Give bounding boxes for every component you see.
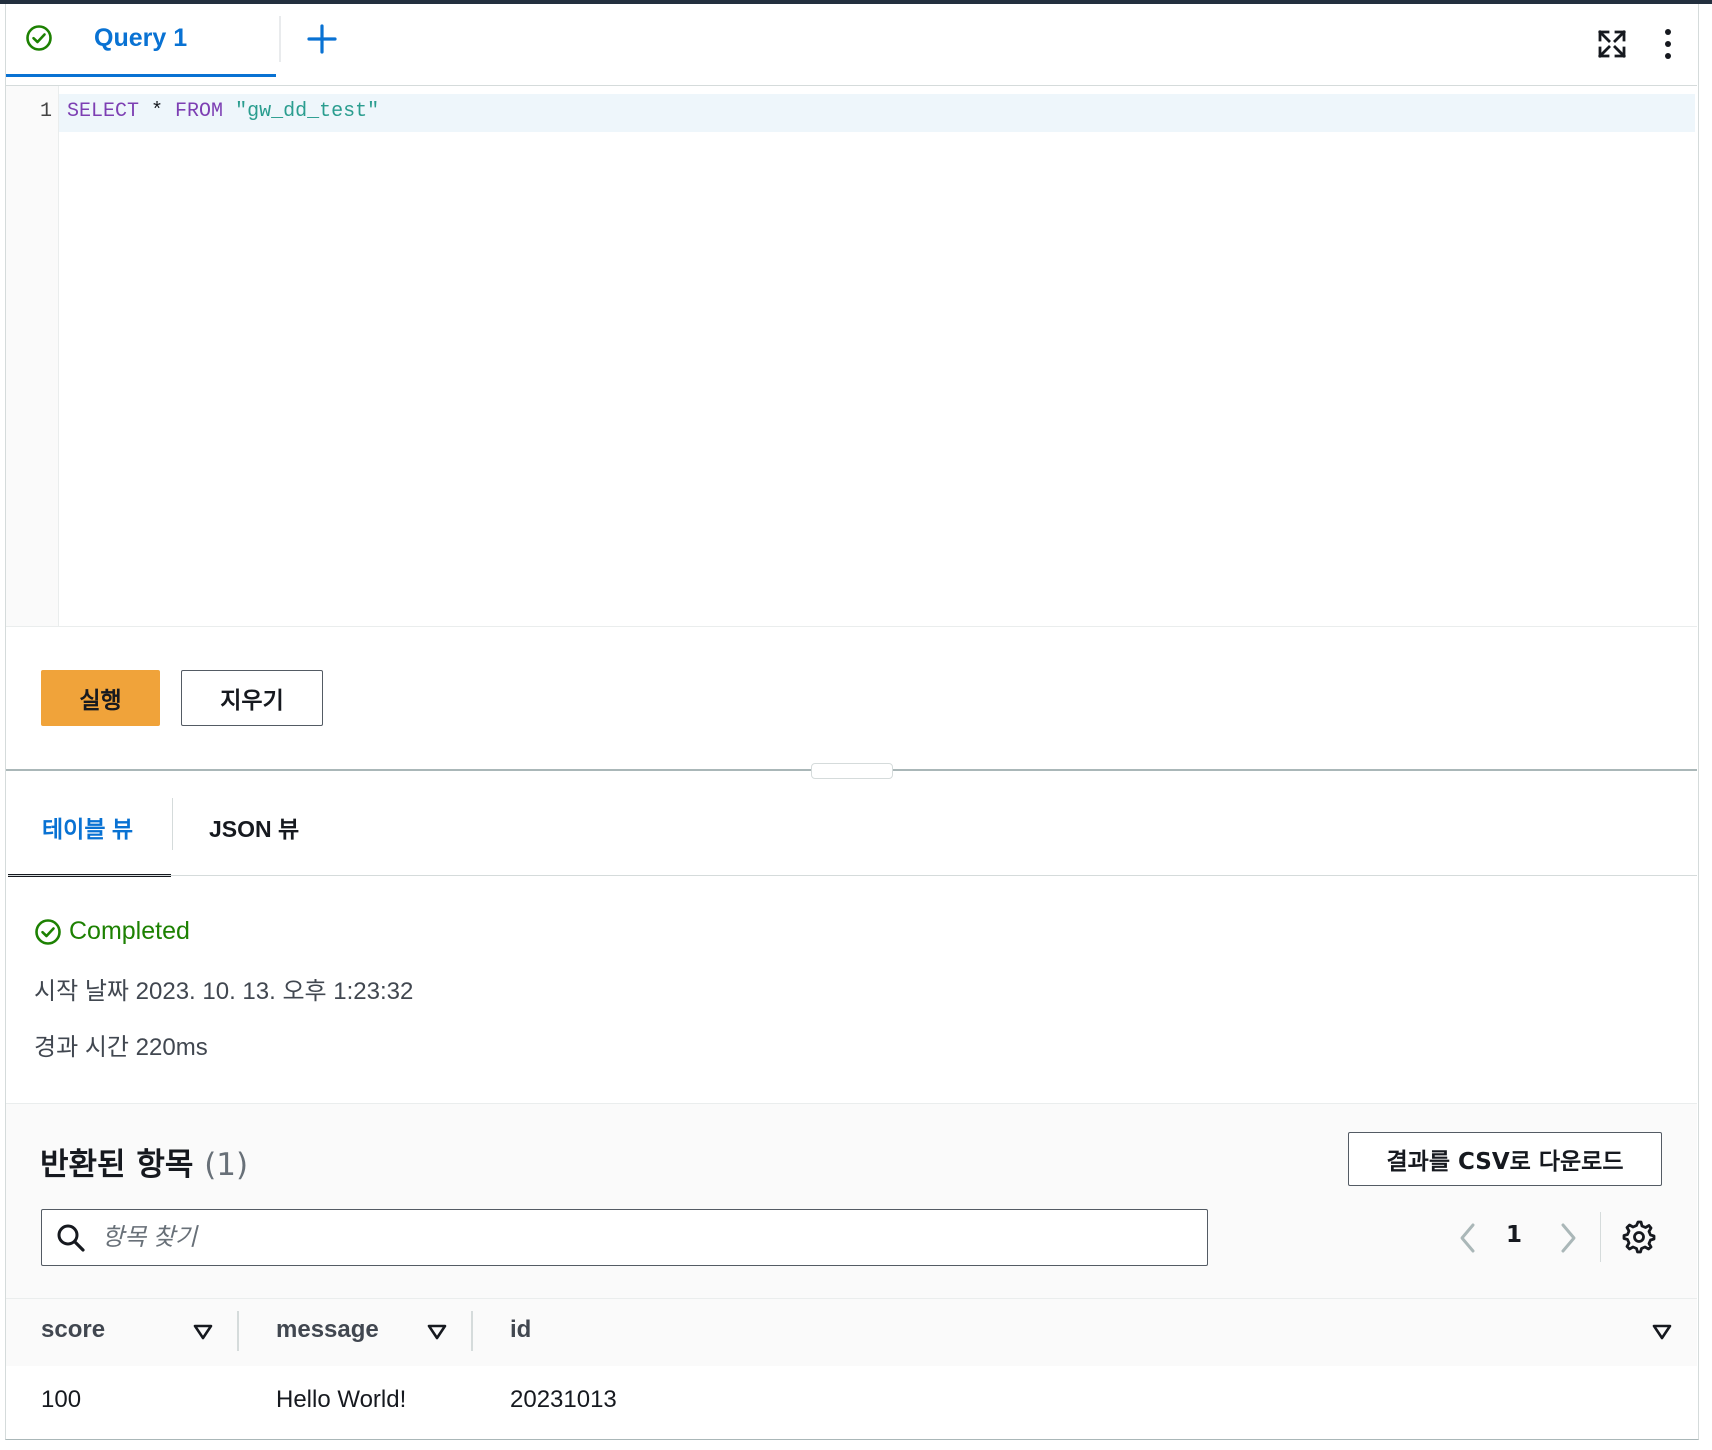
cell-message: Hello World! (276, 1386, 407, 1413)
tab-query-1[interactable]: Query 1 (6, 4, 276, 77)
editor-tab-strip: Query 1 (6, 4, 1697, 86)
download-csv-button[interactable]: 결과를 CSV로 다운로드 (1348, 1132, 1662, 1186)
caret-down-icon[interactable] (426, 1321, 448, 1343)
expand-icon[interactable] (1596, 28, 1628, 60)
line-gutter: 1 (6, 86, 59, 626)
tab-divider (279, 16, 281, 62)
elapsed-time: 경과 시간 220ms (34, 1034, 208, 1061)
keyword-from: FROM (175, 100, 224, 123)
tab-json-view[interactable]: JSON 뷰 (174, 796, 344, 874)
search-input[interactable] (100, 1216, 1194, 1260)
operator-star: * (139, 100, 176, 123)
cell-score: 100 (41, 1386, 82, 1413)
column-header-score[interactable]: score (41, 1316, 105, 1344)
results-title-text: 반환된 항목 (40, 1147, 194, 1183)
results-title: 반환된 항목 (1) (40, 1139, 248, 1184)
table-identifier: "gw_dd_test" (235, 100, 380, 123)
search-field[interactable] (41, 1209, 1208, 1266)
check-circle-icon (26, 25, 52, 51)
check-circle-icon (35, 918, 61, 945)
column-divider[interactable] (237, 1311, 239, 1351)
table-header: score message id (6, 1298, 1697, 1367)
plus-icon[interactable] (304, 21, 340, 57)
tab-table-view-label: 테이블 뷰 (42, 816, 134, 842)
tab-json-view-label: JSON 뷰 (209, 816, 300, 842)
start-time: 시작 날짜 2023. 10. 13. 오후 1:23:32 (34, 978, 414, 1005)
column-divider[interactable] (471, 1311, 473, 1351)
sql-editor[interactable]: 1 SELECT * FROM "gw_dd_test" (6, 86, 1697, 627)
line-number: 1 (39, 100, 52, 123)
view-tab-divider (172, 798, 173, 850)
column-header-message[interactable]: message (276, 1316, 379, 1344)
results-count: (1) (204, 1147, 249, 1183)
pagination-divider (1600, 1212, 1601, 1262)
tab-label: Query 1 (94, 24, 188, 52)
vertical-dots-icon[interactable] (1654, 26, 1682, 62)
code-line-1[interactable]: SELECT * FROM "gw_dd_test" (67, 100, 379, 123)
keyword-select: SELECT (67, 100, 140, 123)
gear-icon[interactable] (1622, 1220, 1656, 1254)
column-header-id[interactable]: id (510, 1316, 531, 1344)
status-text: Completed (69, 917, 190, 945)
splitter-handle[interactable] (811, 763, 893, 779)
cell-id: 20231013 (510, 1386, 617, 1413)
view-tabs-underline (8, 875, 1697, 876)
tab-table-view[interactable]: 테이블 뷰 (8, 796, 171, 877)
chevron-left-icon[interactable] (1454, 1220, 1482, 1256)
search-icon (57, 1224, 85, 1252)
query-status: Completed (34, 917, 190, 946)
caret-down-icon[interactable] (192, 1321, 214, 1343)
table-row[interactable]: 100 Hello World! 20231013 (6, 1366, 1697, 1436)
clear-button[interactable]: 지우기 (181, 670, 323, 726)
run-button[interactable]: 실행 (41, 670, 160, 726)
chevron-right-icon[interactable] (1554, 1220, 1582, 1256)
caret-down-icon[interactable] (1651, 1321, 1673, 1343)
current-page[interactable]: 1 (1506, 1222, 1522, 1248)
